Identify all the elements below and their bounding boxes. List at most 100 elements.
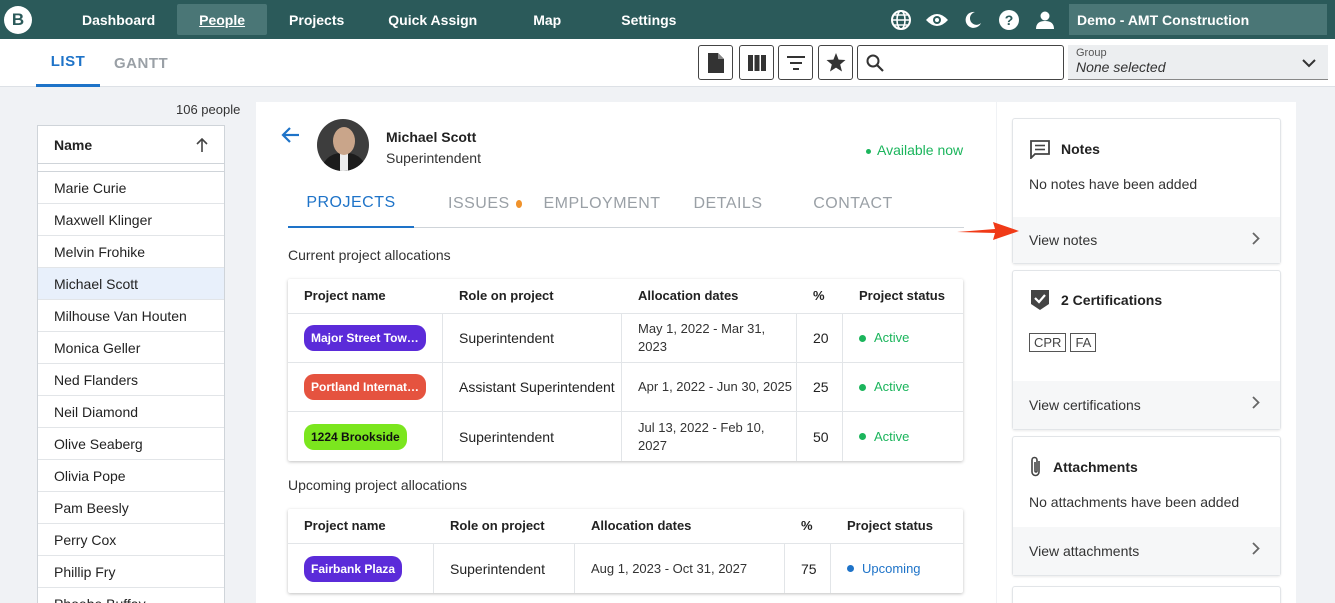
list-item[interactable]: Monica Geller bbox=[38, 332, 224, 364]
list-item[interactable]: Perry Cox bbox=[38, 524, 224, 556]
help-icon[interactable]: ? bbox=[997, 8, 1021, 32]
status-dot bbox=[859, 383, 866, 391]
notes-icon bbox=[1029, 139, 1051, 159]
people-count: 106 people bbox=[176, 102, 241, 117]
status-cell: Active bbox=[843, 314, 963, 362]
svg-text:?: ? bbox=[1005, 12, 1014, 28]
nav-people[interactable]: People bbox=[177, 4, 268, 35]
project-cell: Major Street Tow… bbox=[288, 314, 443, 362]
role-cell: Superintendent bbox=[434, 544, 575, 593]
view-certifications-link[interactable]: View certifications bbox=[1013, 381, 1280, 429]
table-row[interactable]: Fairbank Plaza Superintendent Aug 1, 2023 … bbox=[288, 544, 963, 593]
column-header: Role on project bbox=[459, 288, 554, 303]
list-item[interactable]: Phoebe Buffay bbox=[38, 588, 224, 603]
project-chip[interactable]: Portland Internat… bbox=[304, 374, 427, 400]
moon-icon[interactable] bbox=[961, 8, 985, 32]
status-dot bbox=[859, 334, 866, 342]
user-icon[interactable] bbox=[1033, 8, 1057, 32]
tab-employment[interactable]: EMPLOYMENT bbox=[544, 180, 661, 228]
column-header: Allocation dates bbox=[591, 518, 692, 533]
tab-details[interactable]: DETAILS bbox=[694, 180, 763, 228]
eye-icon[interactable] bbox=[925, 8, 949, 32]
list-item[interactable]: Ned Flanders bbox=[38, 364, 224, 396]
nav-quick-assign[interactable]: Quick Assign bbox=[366, 4, 499, 35]
tab-issues[interactable]: ISSUES bbox=[448, 180, 522, 228]
sort-arrow-up-icon[interactable] bbox=[196, 137, 208, 152]
upcoming-allocations-title: Upcoming project allocations bbox=[288, 477, 467, 493]
list-item[interactable]: Marie Curie bbox=[38, 172, 224, 204]
attachments-card-header: Attachments bbox=[1029, 455, 1138, 479]
percent-cell: 20 bbox=[797, 314, 843, 362]
nav-map[interactable]: Map bbox=[499, 4, 595, 35]
project-chip[interactable]: Fairbank Plaza bbox=[304, 555, 403, 582]
list-item[interactable]: Phillip Fry bbox=[38, 556, 224, 588]
list-item[interactable]: Melvin Frohike bbox=[38, 236, 224, 268]
column-header: % bbox=[801, 518, 813, 533]
status-text: Upcoming bbox=[862, 560, 921, 576]
list-item[interactable]: Maxwell Klinger bbox=[38, 204, 224, 236]
table-row[interactable]: Portland Internat… Assistant Superintende… bbox=[288, 363, 963, 412]
table-row[interactable]: Major Street Tow… Superintendent May 1, 20… bbox=[288, 314, 963, 363]
list-item[interactable]: Olive Seaberg bbox=[38, 428, 224, 460]
list-item[interactable]: Olivia Pope bbox=[38, 460, 224, 492]
project-chip[interactable]: Major Street Tow… bbox=[304, 325, 426, 351]
search-input[interactable] bbox=[890, 54, 1060, 71]
certifications-card: 2 Certifications CPR FA View certificatio… bbox=[1012, 270, 1281, 430]
table-header-row: Project name Role on project Allocation da… bbox=[288, 509, 963, 544]
status-text: Active bbox=[874, 379, 910, 394]
back-arrow-icon[interactable] bbox=[280, 126, 300, 147]
project-chip[interactable]: 1224 Brookside bbox=[304, 423, 407, 450]
current-allocations-table: Project name Role on project Allocation da… bbox=[288, 279, 963, 461]
dates-cell: May 1, 2022 - Mar 31, 2023 bbox=[622, 314, 797, 362]
column-header: Project status bbox=[847, 518, 933, 533]
dates-cell: Apr 1, 2022 - Jun 30, 2025 bbox=[622, 363, 797, 411]
current-allocations-title: Current project allocations bbox=[288, 247, 451, 263]
chevron-down-icon bbox=[1302, 55, 1316, 71]
issues-indicator-dot bbox=[515, 200, 522, 208]
table-row[interactable]: 1224 Brookside Superintendent Jul 13, 2022… bbox=[288, 412, 963, 461]
filter-button[interactable] bbox=[778, 45, 813, 80]
attachments-card: Attachments No attachments have been add… bbox=[1012, 436, 1281, 576]
status-badge: Active bbox=[859, 427, 909, 447]
favorites-button[interactable] bbox=[818, 45, 853, 80]
view-attachments-link[interactable]: View attachments bbox=[1013, 527, 1280, 575]
tab-list[interactable]: LIST bbox=[36, 39, 100, 87]
nav-settings[interactable]: Settings bbox=[595, 4, 702, 35]
status-badge: Active bbox=[859, 328, 909, 348]
view-toolbar: LIST GANTT Group None selected bbox=[0, 39, 1335, 87]
status-text: Active bbox=[874, 428, 910, 444]
name-header-label: Name bbox=[54, 136, 93, 153]
tab-contact[interactable]: CONTACT bbox=[813, 180, 892, 228]
column-header: Allocation dates bbox=[638, 288, 739, 303]
globe-icon[interactable] bbox=[889, 8, 913, 32]
tab-projects[interactable]: PROJECTS bbox=[288, 180, 414, 228]
export-button[interactable] bbox=[698, 45, 733, 80]
org-switcher[interactable]: Demo - AMT Construction bbox=[1069, 4, 1327, 35]
group-select[interactable]: Group None selected bbox=[1068, 45, 1328, 80]
list-item[interactable]: Pam Beesly bbox=[38, 492, 224, 524]
project-cell: Fairbank Plaza bbox=[288, 544, 434, 593]
attachments-title: Attachments bbox=[1053, 459, 1138, 475]
list-item[interactable]: Michael Scott bbox=[38, 268, 224, 300]
person-detail-panel: Michael Scott Superintendent Available n… bbox=[256, 102, 996, 603]
dates-cell: Aug 1, 2023 - Oct 31, 2027 bbox=[575, 544, 785, 593]
percent-cell: 75 bbox=[785, 544, 831, 593]
nav-projects[interactable]: Projects bbox=[267, 4, 366, 35]
nav-dashboard[interactable]: Dashboard bbox=[60, 4, 177, 35]
list-item[interactable]: Milhouse Van Houten bbox=[38, 300, 224, 332]
availability-status: Available now bbox=[866, 142, 963, 158]
percent-cell: 50 bbox=[797, 412, 843, 461]
list-item[interactable]: Neil Diamond bbox=[38, 396, 224, 428]
name-column-header[interactable]: Name bbox=[38, 126, 224, 164]
columns-icon bbox=[747, 54, 766, 71]
chevron-right-icon bbox=[1252, 232, 1260, 248]
badge-check-icon bbox=[1029, 289, 1051, 311]
columns-button[interactable] bbox=[739, 45, 774, 80]
dates-cell: Jul 13, 2022 - Feb 10, 2027 bbox=[622, 412, 797, 461]
view-notes-link[interactable]: View notes bbox=[1013, 217, 1280, 263]
status-dot bbox=[866, 148, 871, 154]
status-cell: Active bbox=[843, 363, 963, 411]
app-logo[interactable]: B bbox=[4, 5, 32, 34]
tab-gantt[interactable]: GANTT bbox=[114, 39, 168, 87]
notes-card: Notes No notes have been added View note… bbox=[1012, 118, 1281, 264]
